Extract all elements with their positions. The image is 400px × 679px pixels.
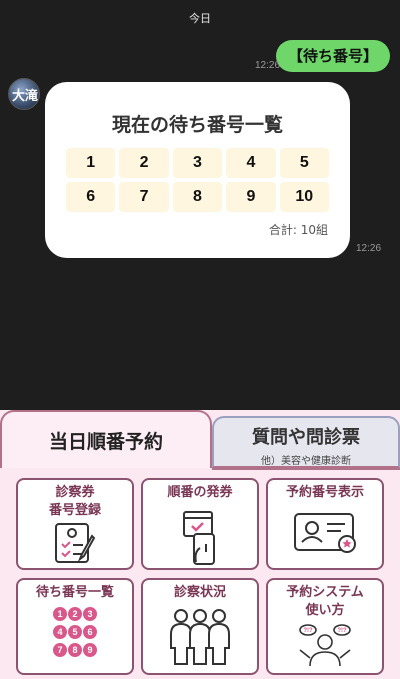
reservation-number-button[interactable]: 予約番号表示 xyxy=(266,478,384,570)
ticket-issue-button[interactable]: 順番の発券 xyxy=(141,478,259,570)
checklist-icon xyxy=(55,523,96,563)
number-cell: 6 xyxy=(66,182,116,212)
confused-person-icon: ?!??!? xyxy=(299,624,351,666)
howto-label-1: 予約システム xyxy=(286,585,364,600)
user-message-time: 12:26 xyxy=(255,60,281,71)
number-cell: 7 xyxy=(119,182,169,212)
svg-text:8: 8 xyxy=(72,645,77,655)
svg-text:6: 6 xyxy=(87,627,92,637)
chat-area: 今日 【待ち番号】 12:26 大滝 現在の待ち番号一覧 1 2 3 4 5 6… xyxy=(0,0,400,410)
bot-message-time: 12:26 xyxy=(356,243,382,254)
people-queue-icon xyxy=(170,609,230,665)
status-label: 診察状況 xyxy=(173,585,226,600)
ticket-label: 順番の発券 xyxy=(167,485,233,500)
tab-questionnaire-title: 質問や問診票 xyxy=(252,427,360,448)
card-title: 現在の待ち番号一覧 xyxy=(111,114,283,136)
number-cell: 8 xyxy=(172,182,223,212)
numbered-circles-icon: 123 456 789 xyxy=(53,607,97,657)
rich-menu: 当日順番予約 質問や問診票 他）美容や健康診断 診察券 番号登録 順番の発券 予… xyxy=(0,410,400,679)
id-card-icon xyxy=(294,513,356,553)
svg-text:3: 3 xyxy=(87,609,92,619)
svg-text:?!?: ?!? xyxy=(337,628,347,634)
waiting-list-button[interactable]: 待ち番号一覧 123 456 789 xyxy=(16,578,134,675)
tab-questionnaire-sub: 他）美容や健康診断 xyxy=(261,456,351,467)
number-cell: 10 xyxy=(279,182,329,212)
svg-text:9: 9 xyxy=(87,645,92,655)
system-howto-button[interactable]: 予約システム 使い方 ?!??!? xyxy=(266,578,384,675)
avatar[interactable]: 大滝 xyxy=(8,78,40,110)
register-label-2: 番号登録 xyxy=(48,503,101,518)
number-cell: 4 xyxy=(226,148,276,178)
tab-divider xyxy=(212,468,400,470)
svg-text:4: 4 xyxy=(57,627,62,637)
number-cell: 5 xyxy=(279,148,329,178)
number-cell: 1 xyxy=(66,148,116,178)
svg-text:7: 7 xyxy=(57,645,62,655)
number-cell: 2 xyxy=(119,148,169,178)
howto-label-2: 使い方 xyxy=(305,603,345,618)
svg-text:?!?: ?!? xyxy=(303,628,313,634)
register-card-button[interactable]: 診察券 番号登録 xyxy=(16,478,134,570)
number-grid: 1 2 3 4 5 6 7 8 9 10 xyxy=(66,148,329,212)
total-count: 合計: 10組 xyxy=(268,223,328,237)
svg-text:1: 1 xyxy=(57,609,62,619)
svg-text:2: 2 xyxy=(72,609,77,619)
waiting-list-label: 待ち番号一覧 xyxy=(35,585,114,600)
reserve-number-label: 予約番号表示 xyxy=(285,485,364,500)
register-label-1: 診察券 xyxy=(55,485,95,500)
waiting-list-card: 現在の待ち番号一覧 1 2 3 4 5 6 7 8 9 10 合計: 10組 xyxy=(45,82,350,258)
number-cell: 3 xyxy=(172,148,223,178)
tab-same-day-reservation[interactable]: 当日順番予約 xyxy=(0,410,212,468)
phone-calendar-icon xyxy=(183,511,215,565)
tab-questionnaire[interactable]: 質問や問診票 他）美容や健康診断 xyxy=(212,416,400,468)
svg-text:5: 5 xyxy=(72,627,77,637)
user-message-bubble[interactable]: 【待ち番号】 xyxy=(275,40,390,72)
consultation-status-button[interactable]: 診察状況 xyxy=(141,578,259,675)
number-cell: 9 xyxy=(226,182,276,212)
date-label: 今日 xyxy=(189,12,211,25)
